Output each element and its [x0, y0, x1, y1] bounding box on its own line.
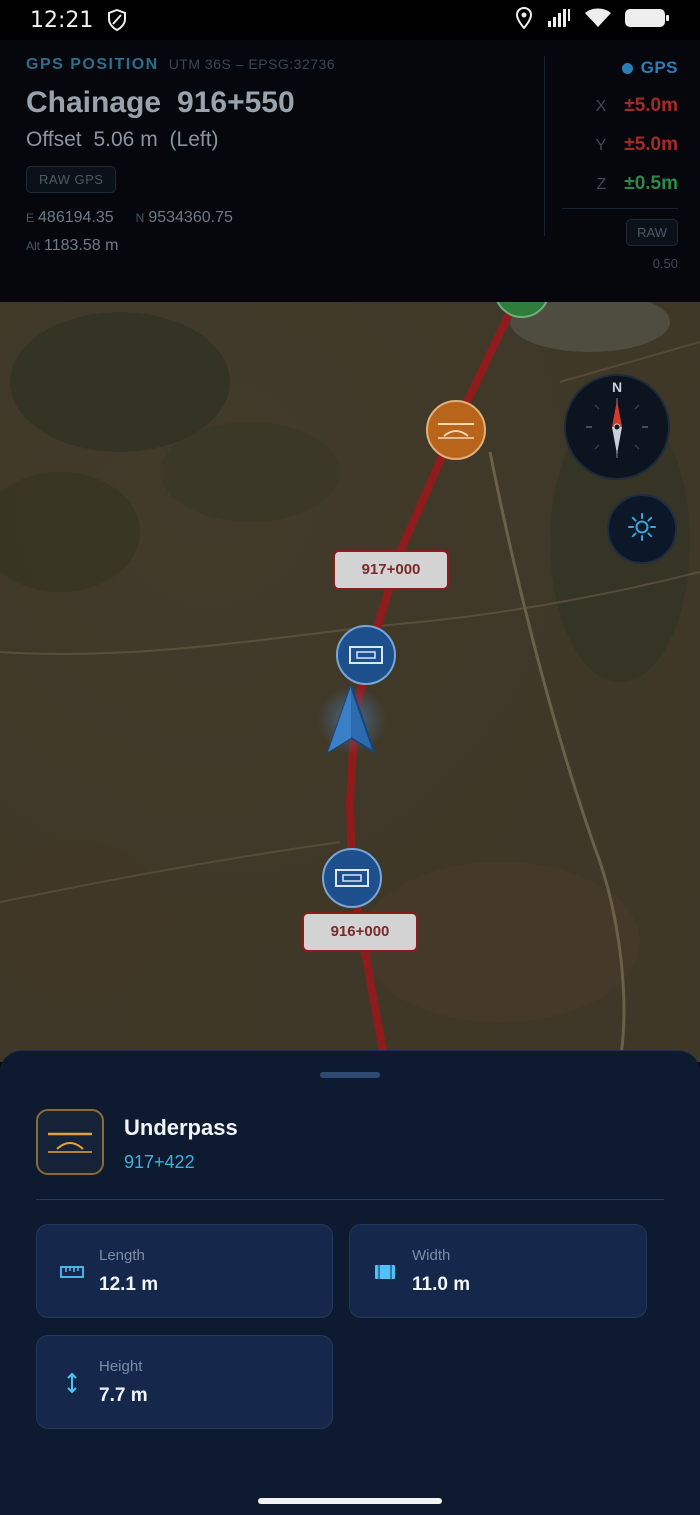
chainage-label-917: 917+000 — [333, 550, 449, 590]
culvert-map-marker[interactable] — [336, 625, 396, 685]
culvert-map-marker[interactable] — [322, 848, 382, 908]
offset-value: 5.06 m — [93, 128, 158, 151]
battery-icon — [624, 7, 670, 34]
gps-section-title: GPS POSITION — [26, 56, 159, 73]
underpass-map-marker[interactable] — [426, 400, 486, 460]
shield-icon — [107, 9, 127, 31]
width-value: 11.0 m — [412, 1274, 471, 1295]
header-divider — [544, 56, 545, 236]
sun-icon — [627, 512, 657, 547]
length-value: 12.1 m — [99, 1274, 159, 1295]
chainage-label-916: 916+000 — [302, 912, 418, 952]
gps-accuracy: GPS X ±5.0m Y ±5.0m Z ±0.5m RAW 0.50 — [548, 58, 678, 271]
sheet-divider — [36, 1199, 664, 1200]
status-icons — [515, 6, 670, 34]
brightness-button[interactable] — [607, 494, 677, 564]
height-card: Height 7.7 m — [36, 1335, 333, 1429]
chainage-value: 916+550 — [177, 86, 295, 119]
wifi-icon — [584, 7, 612, 34]
gps-position-panel: GPS POSITION UTM 36S – EPSG:32736 Chaina… — [0, 40, 700, 302]
satellite-map[interactable]: 917+000 916+000 N — [0, 302, 700, 1062]
feature-title: Underpass — [124, 1115, 238, 1140]
width-label: Width — [412, 1247, 451, 1264]
width-icon — [372, 1261, 398, 1283]
gps-status-dot — [621, 62, 633, 74]
gps-status: GPS — [548, 58, 678, 78]
height-value: 7.7 m — [99, 1385, 148, 1406]
ruler-icon — [59, 1261, 85, 1283]
accuracy-y: Y ±5.0m — [595, 134, 678, 155]
location-icon — [515, 6, 533, 34]
altitude: Alt 1183.58 m — [26, 237, 119, 254]
compass-needle-icon — [586, 398, 648, 458]
length-label: Length — [99, 1247, 145, 1264]
feature-details-sheet[interactable]: Underpass 917+422 Length 12.1 m Width 11… — [0, 1050, 700, 1515]
easting: E 486194.35 — [26, 209, 114, 226]
crs-label: UTM 36S – EPSG:32736 — [168, 56, 336, 72]
length-card: Length 12.1 m — [36, 1224, 333, 1318]
accuracy-divider — [562, 208, 678, 209]
underpass-icon — [36, 1109, 104, 1175]
signal-icon — [544, 7, 572, 34]
navigation-arrow-icon — [326, 682, 376, 755]
offset-side: (Left) — [169, 128, 219, 151]
chainage-readout: Chainage 916+550 — [26, 86, 335, 120]
compass-button[interactable]: N — [564, 374, 670, 480]
home-indicator[interactable] — [258, 1498, 442, 1504]
sheet-drag-handle[interactable] — [320, 1072, 380, 1078]
chainage-label: Chainage — [26, 86, 162, 119]
offset-label: Offset — [26, 128, 82, 151]
raw-value: 0.50 — [652, 256, 678, 271]
accuracy-x: X ±5.0m — [595, 95, 678, 116]
offset-readout: Offset 5.06 m (Left) — [26, 128, 335, 152]
width-card: Width 11.0 m — [349, 1224, 647, 1318]
coordinates: E 486194.35 N 9534360.75 — [26, 209, 335, 227]
raw-gps-button[interactable]: RAW GPS — [26, 166, 117, 193]
raw-button[interactable]: RAW — [626, 219, 678, 246]
status-bar: 12:21 — [0, 0, 700, 40]
accuracy-z: Z ±0.5m — [596, 173, 678, 194]
height-label: Height — [99, 1358, 143, 1375]
height-arrow-icon — [59, 1372, 85, 1394]
northing: N 9534360.75 — [135, 209, 233, 226]
status-time: 12:21 — [30, 7, 94, 33]
feature-chainage: 917+422 — [124, 1152, 195, 1172]
